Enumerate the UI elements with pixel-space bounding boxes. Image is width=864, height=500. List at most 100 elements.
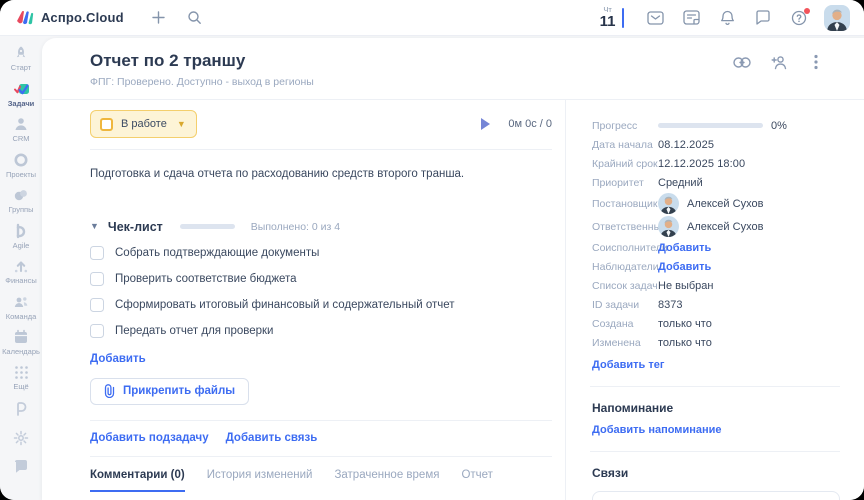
add-relation-link[interactable]: Добавить связь: [226, 432, 318, 444]
person-chip[interactable]: Алексей Сухов: [658, 216, 763, 237]
sidebar-item-team[interactable]: Команда: [0, 294, 42, 321]
field-value[interactable]: 12.12.2025 18:00: [658, 158, 745, 170]
sidebar-label: Проекты: [6, 171, 36, 179]
field-task-list: Список задач Не выбран: [592, 276, 840, 295]
sidebar-bottom: [13, 401, 29, 474]
more-actions-button[interactable]: [806, 52, 826, 72]
add-watcher-link[interactable]: Добавить: [658, 261, 711, 273]
attach-files-label: Прикрепить файлы: [123, 385, 235, 397]
page-title: Отчет по 2 траншу: [90, 51, 842, 71]
agile-icon: [13, 223, 29, 239]
messenger-button[interactable]: [752, 7, 774, 29]
checklist-item[interactable]: Передать отчет для проверки: [90, 324, 552, 338]
checkbox[interactable]: [90, 272, 104, 286]
share-task-button[interactable]: [769, 52, 789, 72]
main-column: В работе ▼ 0м 0с / 0 Подготовка и сдача …: [42, 100, 565, 500]
app-logo[interactable]: Аспро.Cloud: [16, 10, 124, 26]
search-icon: [187, 10, 202, 25]
checkbox[interactable]: [90, 246, 104, 260]
field-label: Наблюдатели: [592, 261, 658, 273]
help-button[interactable]: [788, 7, 810, 29]
add-subtask-link[interactable]: Добавить подзадачу: [90, 432, 209, 444]
collapse-checklist-icon[interactable]: ▼: [90, 221, 99, 231]
field-value[interactable]: Не выбран: [658, 280, 713, 292]
task-body: В работе ▼ 0м 0с / 0 Подготовка и сдача …: [42, 100, 864, 500]
sidebar-item-groups[interactable]: Группы: [0, 187, 42, 214]
tab-history[interactable]: История изменений: [207, 457, 313, 492]
create-button[interactable]: [146, 5, 172, 31]
notes-button[interactable]: [680, 7, 702, 29]
calendar-date-widget[interactable]: Чт 11: [600, 6, 624, 30]
tab-report[interactable]: Отчет: [461, 457, 493, 492]
field-created: Создана только что: [592, 314, 840, 333]
sidebar-label: Команда: [6, 313, 37, 321]
checklist-item[interactable]: Собрать подтверждающие документы: [90, 246, 552, 260]
product-button[interactable]: [13, 401, 29, 417]
start-timer-button[interactable]: [481, 118, 490, 130]
field-value[interactable]: 08.12.2025: [658, 139, 714, 151]
status-checkbox[interactable]: [100, 118, 113, 131]
rocket-icon: [13, 45, 29, 61]
link-icon: [733, 57, 751, 68]
app-window: Аспро.Cloud Чт 11: [0, 0, 864, 500]
task-description[interactable]: Подготовка и сдача отчета по расходовани…: [90, 166, 552, 183]
field-label: Крайний срок: [592, 158, 658, 170]
notes-icon: [683, 10, 700, 25]
relation-card[interactable]: ФПГ: Проверено. Доступно - выход в регио…: [592, 491, 840, 500]
checkbox[interactable]: [90, 324, 104, 338]
sidebar-item-agile[interactable]: Agile: [0, 223, 42, 250]
chat-bubble-icon: [13, 459, 29, 474]
sidebar-item-tasks[interactable]: Задачи: [0, 81, 42, 108]
timer-value: 0м 0с / 0: [508, 118, 552, 130]
product-icon: [13, 401, 29, 417]
add-coexecutor-link[interactable]: Добавить: [658, 242, 711, 254]
field-value: только что: [658, 337, 712, 349]
kebab-menu-icon: [814, 54, 818, 70]
avatar: [658, 193, 679, 214]
sidebar-item-finance[interactable]: Финансы: [0, 258, 42, 285]
user-avatar[interactable]: [824, 5, 850, 31]
add-reminder-link[interactable]: Добавить напоминание: [592, 424, 722, 436]
status-dropdown[interactable]: В работе ▼: [90, 110, 197, 138]
field-assignee: Ответственный Алексей Сухов: [592, 215, 840, 238]
dots-grid-icon: [14, 365, 29, 380]
topbar-right: Чт 11: [600, 5, 850, 31]
tab-comments[interactable]: Комментарии (0): [90, 457, 185, 492]
checklist-item[interactable]: Сформировать итоговый финансовый и содер…: [90, 298, 552, 312]
progress-bar[interactable]: [658, 123, 763, 128]
sidebar-item-start[interactable]: Старт: [0, 45, 42, 72]
user-plus-icon: [771, 54, 788, 70]
field-value[interactable]: Средний: [658, 177, 703, 189]
field-coexecutors: Соисполнители Добавить: [592, 238, 840, 257]
tab-time-spent[interactable]: Затраченное время: [334, 457, 439, 492]
add-checklist-item-link[interactable]: Добавить: [90, 353, 146, 365]
notifications-button[interactable]: [716, 7, 738, 29]
sidebar-item-projects[interactable]: Проекты: [0, 152, 42, 179]
attach-files-button[interactable]: Прикрепить файлы: [90, 378, 249, 405]
checklist-progress-bar: [180, 224, 235, 229]
mail-button[interactable]: [644, 7, 666, 29]
task-breadcrumb[interactable]: ФПГ: Проверено. Доступно - выход в регио…: [90, 76, 842, 88]
field-author: Постановщик Алексей Сухов: [592, 192, 840, 215]
copy-link-button[interactable]: [732, 52, 752, 72]
aspro-logo-icon: [16, 10, 34, 26]
sidebar-label: Старт: [11, 64, 31, 72]
person-chip[interactable]: Алексей Сухов: [658, 193, 763, 214]
search-button[interactable]: [182, 5, 208, 31]
checklist-item[interactable]: Проверить соответствие бюджета: [90, 272, 552, 286]
sidebar-item-calendar[interactable]: Календарь: [0, 329, 42, 356]
chat-icon: [755, 10, 771, 25]
checklist-item-label: Проверить соответствие бюджета: [115, 273, 297, 285]
settings-button[interactable]: [13, 430, 29, 446]
checkbox[interactable]: [90, 298, 104, 312]
add-tag-link[interactable]: Добавить тег: [592, 359, 664, 371]
tabs: Комментарии (0) История изменений Затрач…: [90, 457, 552, 492]
support-chat-button[interactable]: [13, 459, 29, 474]
mail-icon: [647, 11, 664, 25]
timer-group: 0м 0с / 0: [481, 118, 552, 130]
sidebar-item-more[interactable]: Ещё: [0, 365, 42, 391]
sidebar-item-crm[interactable]: CRM: [0, 116, 42, 143]
field-label: Список задач: [592, 280, 658, 292]
sidebar-label: Ещё: [13, 383, 28, 391]
task-card: Отчет по 2 траншу ФПГ: Проверено. Доступ…: [42, 38, 864, 500]
